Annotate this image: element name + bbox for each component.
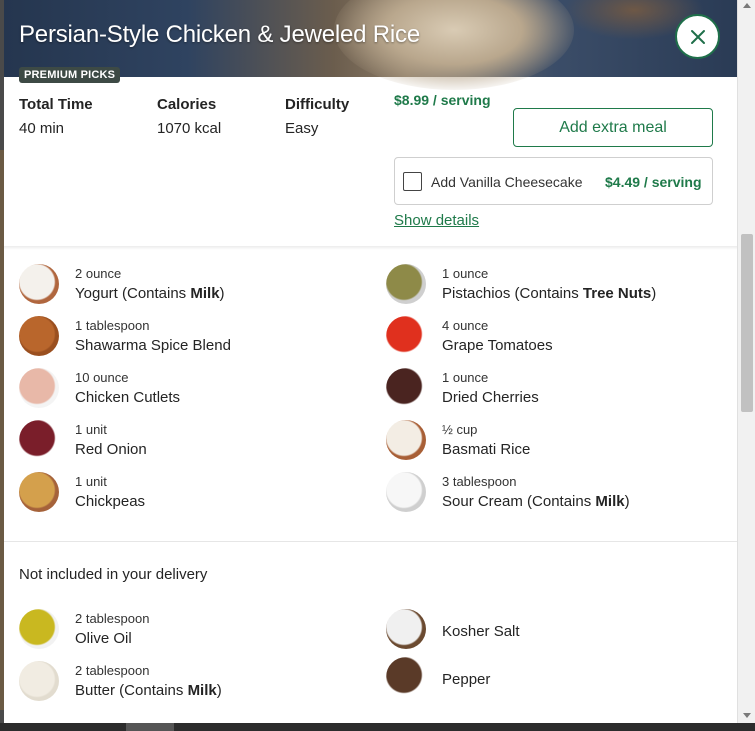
add-extra-meal-button[interactable]: Add extra meal	[513, 108, 713, 147]
pantry-section-title: Not included in your delivery	[19, 566, 208, 583]
ingredient-quantity: 4 ounce	[442, 318, 489, 333]
ingredient-name: Sour Cream (Contains Milk)	[442, 493, 630, 510]
addon-checkbox[interactable]	[403, 172, 422, 191]
ingredient-name: Yogurt (Contains Milk)	[75, 285, 225, 302]
ingredient-quantity: 2 ounce	[75, 266, 122, 281]
ingredient-quantity: 1 ounce	[442, 266, 489, 281]
ingredient-item: Kosher Salt	[386, 607, 520, 651]
ingredient-name: Chicken Cutlets	[75, 389, 181, 406]
ingredient-item: 1 tablespoon Shawarma Spice Blend	[19, 314, 231, 358]
allergen-label: Milk	[190, 285, 220, 302]
scroll-up-icon[interactable]	[743, 3, 751, 8]
ingredient-name: Butter (Contains Milk)	[75, 682, 222, 699]
pepper-icon	[386, 657, 426, 697]
allergen-label: Milk	[595, 493, 625, 510]
divider	[4, 541, 737, 542]
onion-icon	[19, 420, 59, 460]
ingredient-item: ½ cup Basmati Rice	[386, 418, 530, 462]
stat-label: Total Time	[19, 96, 93, 113]
addon-option[interactable]: Add Vanilla Cheesecake $4.49 / serving	[394, 157, 713, 205]
page-bottom-bar	[0, 723, 755, 731]
ingredient-name: Shawarma Spice Blend	[75, 337, 231, 354]
ingredient-name: Pepper	[442, 670, 491, 688]
show-details-link[interactable]: Show details	[394, 212, 479, 229]
cherries-icon	[386, 368, 426, 408]
recipe-modal: Persian-Style Chicken & Jeweled Rice PRE…	[4, 0, 737, 723]
sour-cream-icon	[386, 472, 426, 512]
ingredient-quantity: 2 tablespoon	[75, 663, 150, 678]
ingredient-item: 1 unit Red Onion	[19, 418, 147, 462]
ingredient-quantity: 2 tablespoon	[75, 611, 150, 626]
divider	[4, 246, 737, 250]
premium-badge: PREMIUM PICKS	[19, 67, 121, 83]
stat-difficulty: Difficulty Easy	[285, 96, 349, 137]
rice-icon	[386, 420, 426, 460]
yogurt-icon	[19, 264, 59, 304]
stat-label: Calories	[157, 96, 217, 113]
ingredient-item: 3 tablespoon Sour Cream (Contains Milk)	[386, 470, 630, 514]
ingredient-name: Pistachios (Contains Tree Nuts)	[442, 285, 657, 302]
spice-blend-icon	[19, 316, 59, 356]
chickpea-icon	[19, 472, 59, 512]
horizontal-scroll-thumb[interactable]	[126, 723, 174, 731]
stat-calories: Calories 1070 kcal	[157, 96, 221, 137]
allergen-label: Milk	[187, 682, 217, 699]
ingredient-item: Pepper	[386, 655, 490, 699]
salt-icon	[386, 609, 426, 649]
ingredient-quantity: 10 ounce	[75, 370, 129, 385]
stat-label: Difficulty	[285, 96, 350, 113]
ingredient-item: 2 ounce Yogurt (Contains Milk)	[19, 262, 225, 306]
scroll-thumb[interactable]	[741, 234, 753, 412]
addon-label: Add Vanilla Cheesecake	[431, 174, 583, 190]
stat-value: 40 min	[19, 120, 65, 137]
ingredient-name: Grape Tomatoes	[442, 337, 553, 354]
olive-oil-icon	[19, 609, 59, 649]
ingredient-quantity: 1 unit	[75, 422, 107, 437]
ingredient-item: 1 ounce Dried Cherries	[386, 366, 539, 410]
allergen-label: Tree Nuts	[582, 285, 652, 302]
recipe-title: Persian-Style Chicken & Jeweled Rice	[19, 21, 420, 48]
ingredient-name: Red Onion	[75, 441, 147, 458]
butter-icon	[19, 661, 59, 701]
recipe-hero-image: Persian-Style Chicken & Jeweled Rice	[4, 0, 737, 90]
ingredient-item: 1 ounce Pistachios (Contains Tree Nuts)	[386, 262, 656, 306]
tomato-icon	[386, 316, 426, 356]
chicken-icon	[19, 368, 59, 408]
pistachio-icon	[386, 264, 426, 304]
serving-price: $8.99 / serving	[394, 92, 491, 108]
ingredient-quantity: 1 unit	[75, 474, 107, 489]
close-button[interactable]	[675, 14, 720, 59]
addon-price: $4.49 / serving	[605, 174, 702, 190]
ingredient-name: Olive Oil	[75, 630, 132, 647]
ingredient-name: Dried Cherries	[442, 389, 539, 406]
ingredient-item: 4 ounce Grape Tomatoes	[386, 314, 553, 358]
scrollbar[interactable]	[737, 0, 755, 723]
close-icon	[690, 29, 705, 44]
ingredient-quantity: 3 tablespoon	[442, 474, 517, 489]
ingredient-quantity: 1 tablespoon	[75, 318, 150, 333]
stat-value: Easy	[285, 120, 319, 137]
ingredient-item: 10 ounce Chicken Cutlets	[19, 366, 180, 410]
stat-total-time: Total Time 40 min	[19, 96, 93, 137]
stat-value: 1070 kcal	[157, 120, 222, 137]
scroll-down-icon[interactable]	[743, 713, 751, 718]
ingredient-name: Kosher Salt	[442, 622, 520, 640]
ingredient-quantity: 1 ounce	[442, 370, 489, 385]
ingredient-quantity: ½ cup	[442, 422, 478, 437]
ingredient-item: 1 unit Chickpeas	[19, 470, 145, 514]
ingredient-name: Chickpeas	[75, 493, 146, 510]
ingredient-item: 2 tablespoon Butter (Contains Milk)	[19, 659, 222, 703]
ingredient-item: 2 tablespoon Olive Oil	[19, 607, 149, 651]
ingredient-name: Basmati Rice	[442, 441, 531, 458]
